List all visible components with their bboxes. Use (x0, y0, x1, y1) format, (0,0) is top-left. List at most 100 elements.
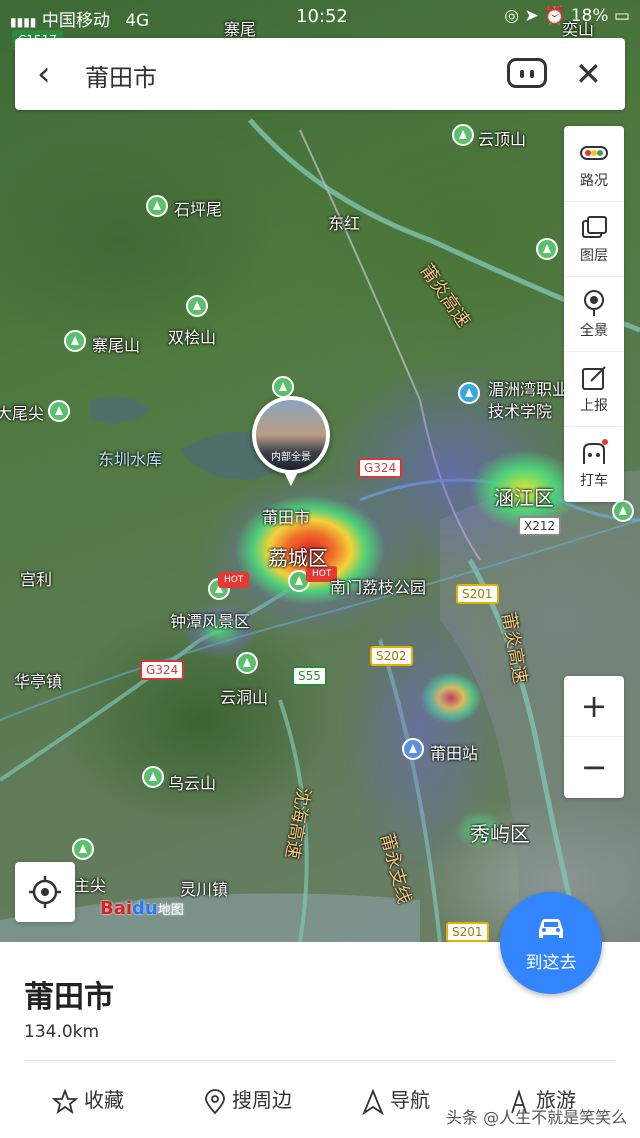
search-bar: ‹ 莆田市 ✕ (15, 38, 625, 110)
map-label: 东红 (328, 214, 361, 233)
map-label: 莆田市 (262, 508, 311, 527)
favorite-button[interactable]: 收藏 (51, 1084, 124, 1116)
status-left: ▮▮▮▮ 中国移动 4G (10, 6, 149, 31)
road-shield: S55 (292, 666, 327, 686)
map-canvas[interactable]: HOT HOT 寨尾 奕山 石坪尾 云顶山 东红 寨尾山 双桧山 大尾尖 东圳水… (0, 0, 640, 942)
road-shield: S201 (456, 584, 499, 604)
map-label: 湄洲湾职业 (488, 380, 569, 399)
tool-label: 全景 (580, 323, 608, 339)
taxi-person-icon (583, 439, 608, 464)
tool-taxi[interactable]: 打车 (564, 426, 624, 501)
search-title[interactable]: 莆田市 (85, 58, 157, 93)
navigation-arrow-icon (362, 1088, 384, 1115)
map-label: 主尖 (74, 876, 107, 895)
location-arrow-icon: ➤ (524, 6, 539, 26)
place-name: 莆田市 (24, 980, 114, 1015)
watermark-text: 头条 @人生不就是笑笑么 (446, 1108, 628, 1127)
road-shield: S202 (370, 646, 413, 666)
map-label: 钟潭风景区 (170, 612, 251, 631)
tool-label: 图层 (580, 248, 608, 264)
traffic-light-icon (580, 146, 608, 160)
alarm-icon: ⏰ (544, 6, 566, 26)
tool-panorama[interactable]: 全景 (564, 276, 624, 352)
status-bar: ▮▮▮▮ 中国移动 4G 10:52 ◎ ➤ ⏰ 18% ▭ (0, 0, 640, 34)
go-here-button[interactable]: 到这去 (500, 892, 602, 994)
map-label: 寨尾山 (92, 336, 141, 355)
hot-badge: HOT (218, 572, 250, 588)
panorama-pin-icon (584, 290, 604, 316)
action-label: 收藏 (84, 1088, 124, 1112)
action-label: 导航 (390, 1088, 430, 1112)
map-label: 荔城区 (268, 546, 328, 570)
scenic-poi-icon[interactable] (72, 838, 94, 860)
scenic-poi-icon[interactable] (536, 238, 558, 260)
map-label: 石坪尾 (174, 200, 223, 219)
baidu-map-logo: Baidu地图 (100, 898, 184, 919)
tool-label: 路况 (580, 173, 608, 189)
network-type: 4G (125, 11, 150, 31)
carrier-name: 中国移动 (41, 11, 110, 31)
layers-icon (582, 216, 607, 238)
scenic-poi-icon[interactable] (612, 500, 634, 522)
tool-layers[interactable]: 图层 (564, 201, 624, 277)
road-shield: G324 (140, 660, 185, 680)
go-here-label: 到这去 (525, 953, 577, 973)
locate-me-button[interactable] (15, 862, 75, 922)
map-label: 大尾尖 (0, 404, 45, 423)
map-label: 华亭镇 (14, 672, 63, 691)
voice-assistant-icon[interactable] (507, 58, 547, 88)
battery-icon: ▭ (613, 6, 630, 26)
tool-report[interactable]: 上报 (564, 351, 624, 427)
map-label: 云洞山 (220, 688, 269, 707)
panorama-bubble[interactable]: 内部全景 (252, 396, 330, 486)
scenic-poi-icon[interactable] (146, 195, 168, 217)
zoom-out-button[interactable]: − (564, 737, 624, 797)
car-icon (539, 919, 563, 938)
battery-percent: 18% (570, 6, 609, 26)
scenic-poi-icon[interactable] (236, 652, 258, 674)
report-edit-icon (582, 366, 606, 390)
divider (24, 1060, 616, 1061)
status-right: ◎ ➤ ⏰ 18% ▭ (504, 6, 630, 26)
zoom-control: + − (564, 676, 624, 798)
location-search-icon (205, 1088, 225, 1114)
back-icon[interactable]: ‹ (37, 54, 51, 94)
tool-label: 打车 (580, 473, 608, 489)
star-icon (51, 1087, 79, 1114)
panorama-label: 内部全景 (271, 452, 311, 463)
lock-rotation-icon: ◎ (504, 6, 520, 26)
map-label: 秀屿区 (470, 822, 530, 846)
train-station-icon[interactable] (402, 738, 424, 760)
tool-label: 上报 (580, 398, 608, 414)
scenic-poi-icon[interactable] (142, 766, 164, 788)
zoom-in-button[interactable]: + (564, 676, 624, 737)
map-label: 莆田站 (430, 744, 479, 763)
scenic-poi-icon[interactable] (452, 124, 474, 146)
road-shield: S201 (446, 922, 489, 942)
scenic-poi-icon[interactable] (48, 400, 70, 422)
map-label: 双桧山 (168, 328, 217, 347)
map-label: 乌云山 (168, 774, 217, 793)
panorama-pointer (283, 470, 299, 486)
search-nearby-button[interactable]: 搜周边 (204, 1084, 292, 1116)
map-label: 灵川镇 (180, 880, 229, 899)
scenic-poi-icon[interactable] (186, 295, 208, 317)
map-label: 东圳水库 (98, 450, 163, 469)
place-distance: 134.0km (24, 1022, 100, 1042)
scenic-poi-icon[interactable] (64, 330, 86, 352)
signal-icon: ▮▮▮▮ (10, 15, 37, 29)
navigate-button[interactable]: 导航 (362, 1084, 430, 1116)
map-label: 技术学院 (488, 402, 553, 421)
close-icon[interactable]: ✕ (575, 54, 602, 94)
school-poi-icon[interactable] (458, 382, 480, 404)
tool-traffic[interactable]: 路况 (564, 126, 624, 202)
action-label: 搜周边 (232, 1088, 292, 1112)
map-label: 南门荔枝公园 (330, 578, 427, 597)
map-tool-panel: 路况 图层 全景 上报 打车 (564, 126, 624, 502)
road-shield: X212 (518, 516, 562, 536)
map-label: 宫利 (20, 570, 53, 589)
scenic-poi-icon[interactable] (272, 376, 294, 398)
status-time: 10:52 (296, 6, 348, 27)
map-label: 涵江区 (494, 486, 554, 510)
map-label: 云顶山 (478, 130, 527, 149)
